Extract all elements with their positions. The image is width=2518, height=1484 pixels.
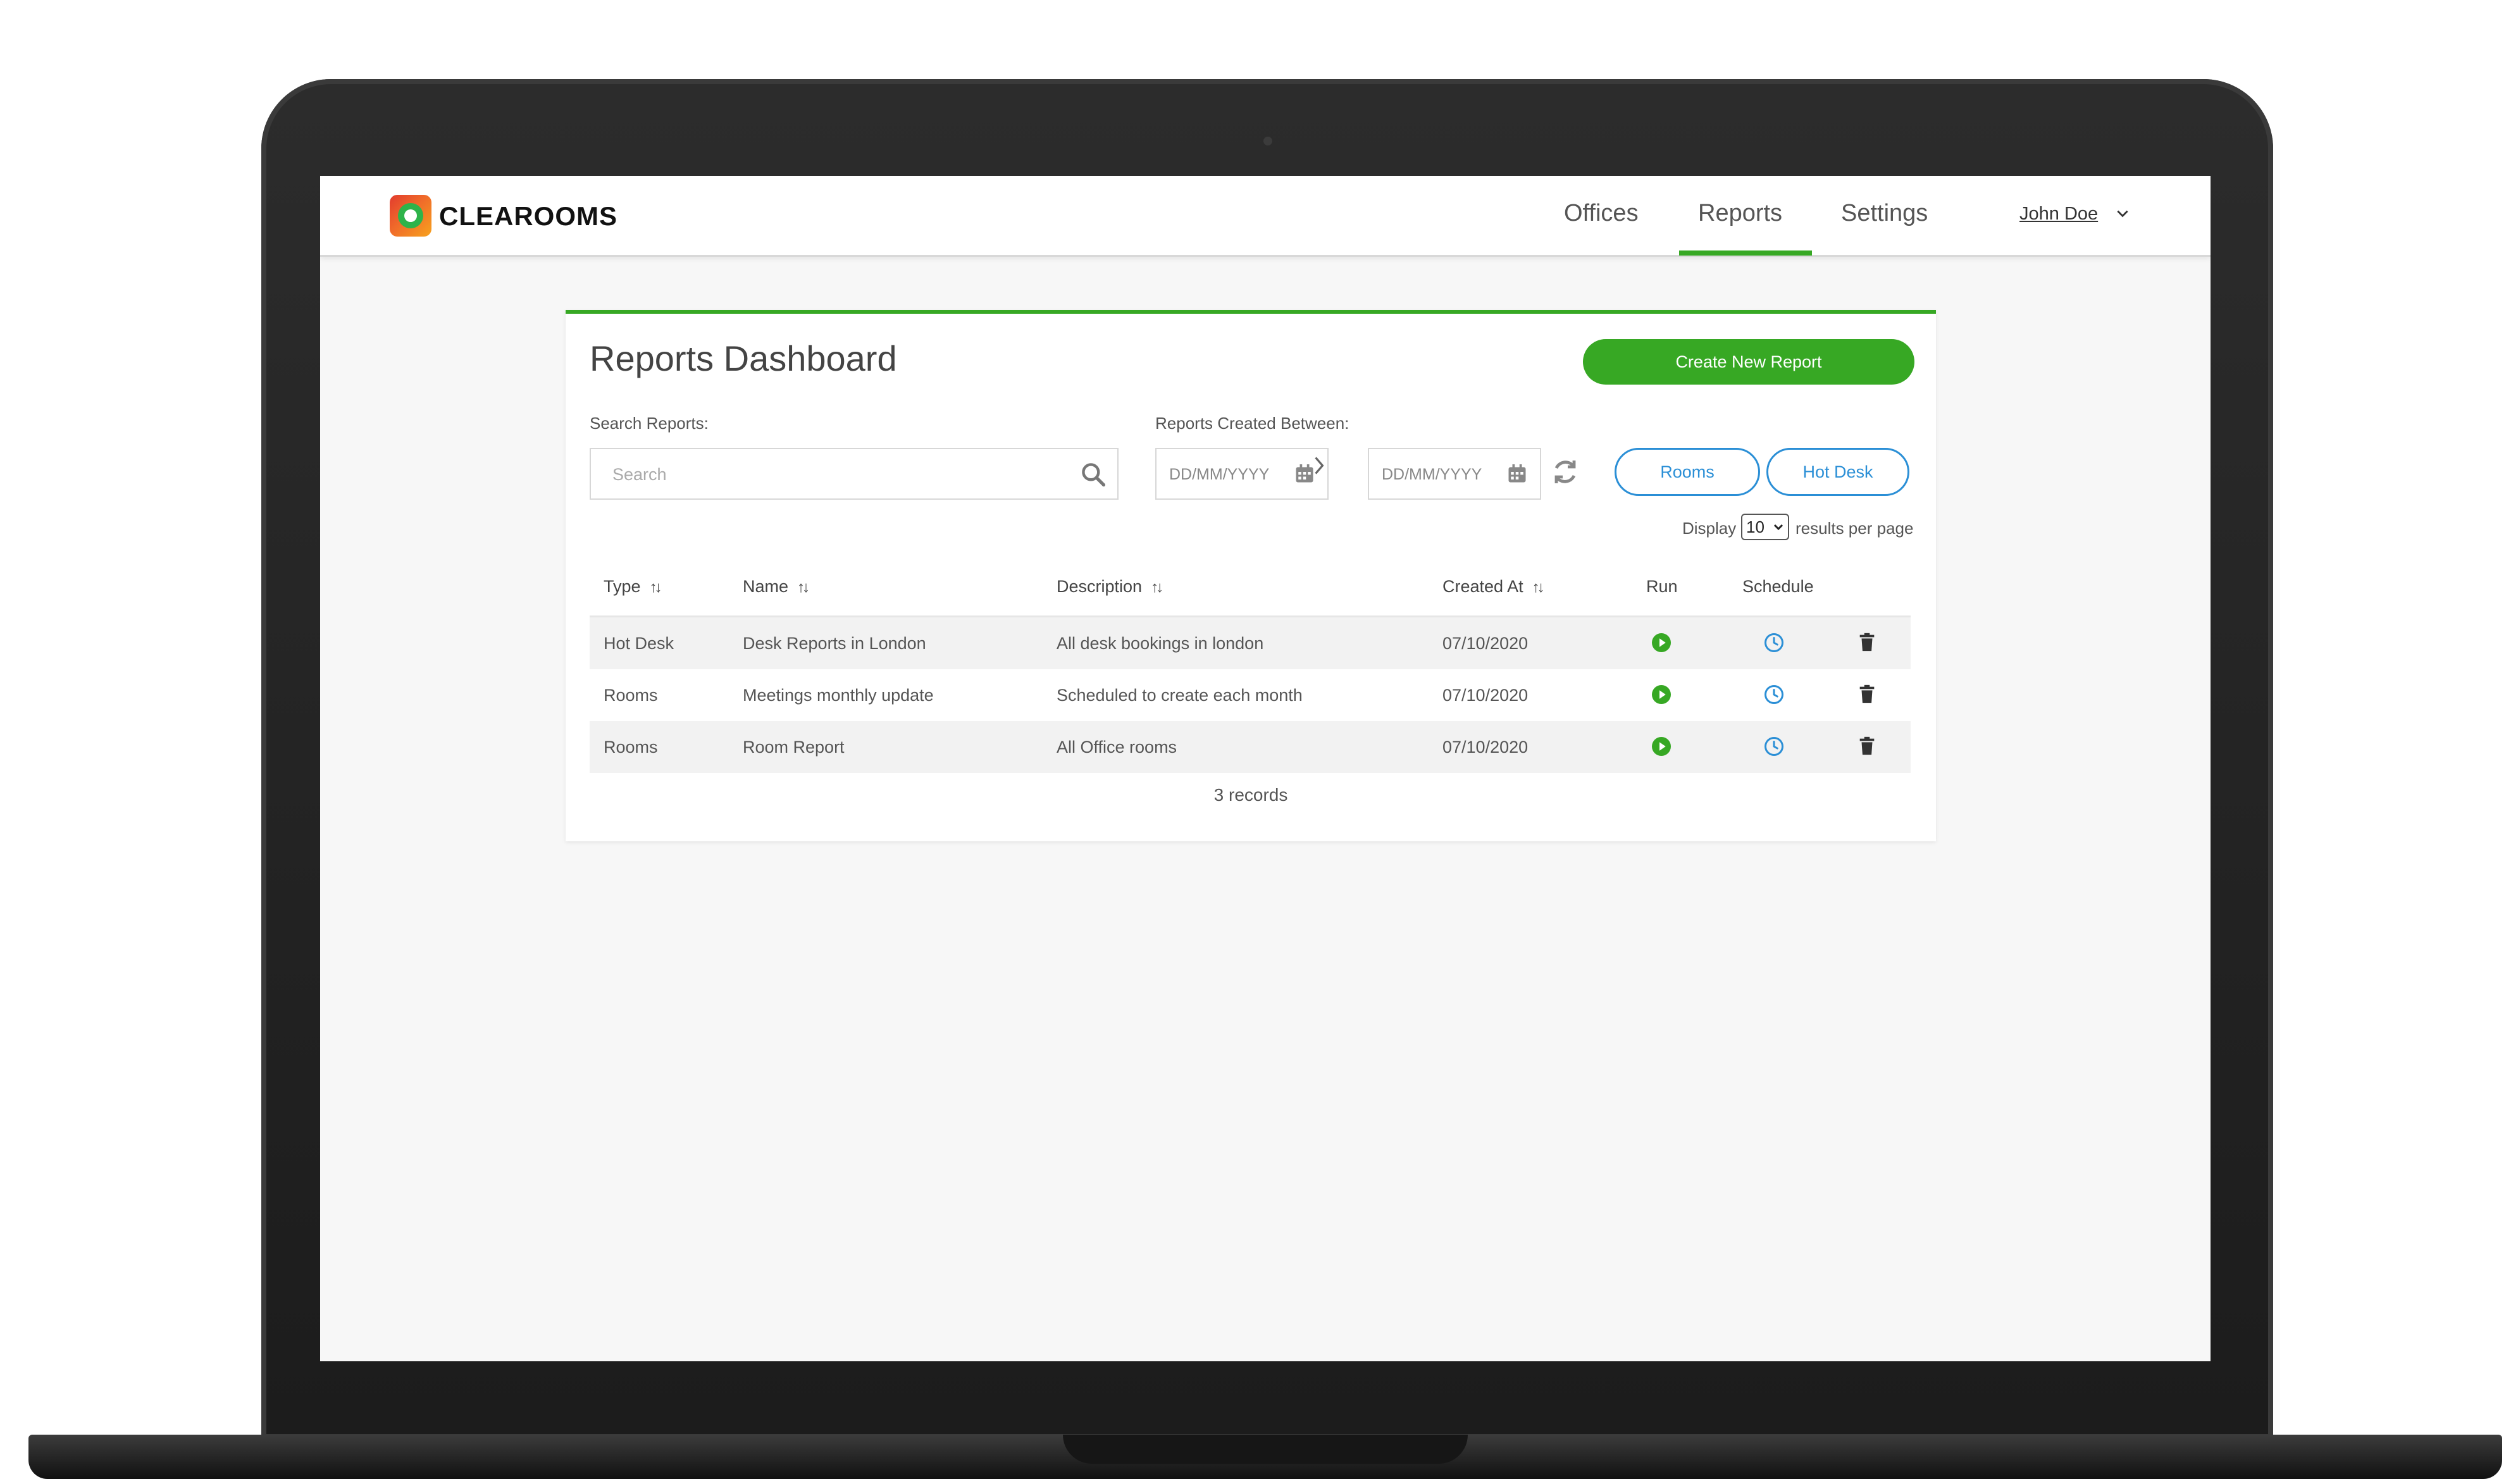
table-row[interactable]: Hot Desk Desk Reports in London All desk b… xyxy=(590,617,1911,669)
brand-name[interactable]: CLEAROOMS xyxy=(439,201,617,232)
chevron-down-icon xyxy=(1773,515,1784,547)
clock-icon[interactable] xyxy=(1763,683,1785,706)
sort-icon[interactable]: ↑↓ xyxy=(1532,579,1545,596)
sort-icon[interactable]: ↑↓ xyxy=(650,579,662,596)
table-row[interactable]: Rooms Room Report All Office rooms 07/10/20… xyxy=(590,721,1911,773)
header-type[interactable]: Type ↑↓ xyxy=(604,577,662,597)
tab-reports[interactable]: Reports xyxy=(1698,200,1782,257)
calendar-icon[interactable] xyxy=(1506,462,1529,486)
trash-icon[interactable] xyxy=(1856,735,1879,758)
date-from-input[interactable] xyxy=(1169,463,1289,486)
cell-created-at: 07/10/2020 xyxy=(1442,634,1529,653)
cell-description: All desk bookings in london xyxy=(1057,634,1264,653)
reports-card: Reports Dashboard Create New Report Sear… xyxy=(566,310,1936,841)
play-circle-icon[interactable] xyxy=(1650,735,1673,758)
clock-icon[interactable] xyxy=(1763,735,1785,758)
active-tab-indicator xyxy=(1679,250,1812,256)
cell-created-at: 07/10/2020 xyxy=(1442,686,1529,705)
header-name[interactable]: Name ↑↓ xyxy=(743,577,810,597)
page-title: Reports Dashboard xyxy=(590,338,897,378)
refresh-icon[interactable] xyxy=(1550,457,1580,487)
header-description[interactable]: Description ↑↓ xyxy=(1057,577,1163,597)
per-page-suffix: results per page xyxy=(1795,519,1914,538)
header-run: Run xyxy=(1646,577,1678,596)
tab-offices[interactable]: Offices xyxy=(1564,200,1639,257)
clock-icon[interactable] xyxy=(1763,631,1785,654)
tab-settings[interactable]: Settings xyxy=(1841,200,1928,257)
top-navigation: CLEAROOMS Offices Reports Settings John … xyxy=(320,176,2211,257)
sort-icon[interactable]: ↑↓ xyxy=(1151,579,1163,596)
cell-type: Rooms xyxy=(604,686,658,705)
cell-description: Scheduled to create each month xyxy=(1057,686,1303,705)
sort-icon[interactable]: ↑↓ xyxy=(797,579,810,596)
laptop-notch xyxy=(1063,1435,1468,1464)
cell-created-at: 07/10/2020 xyxy=(1442,738,1529,757)
cell-description: All Office rooms xyxy=(1057,738,1177,757)
trash-icon[interactable] xyxy=(1856,631,1879,654)
cell-type: Hot Desk xyxy=(604,634,674,653)
cell-name[interactable]: Room Report xyxy=(743,738,845,757)
date-from-field[interactable] xyxy=(1155,448,1329,500)
per-page-select[interactable]: 10 xyxy=(1741,514,1789,540)
cell-type: Rooms xyxy=(604,738,658,757)
per-page-value: 10 xyxy=(1746,517,1764,536)
camera-dot xyxy=(1263,137,1272,145)
search-box[interactable] xyxy=(590,448,1119,500)
display-label: Display xyxy=(1682,519,1737,538)
reports-table: Type ↑↓ Name ↑↓ Description ↑↓ Created At ↑↓… xyxy=(590,560,1911,773)
create-new-report-button[interactable]: Create New Report xyxy=(1583,339,1914,385)
chevron-right-icon xyxy=(1312,454,1326,483)
header-schedule: Schedule xyxy=(1742,577,1814,596)
logo-icon[interactable] xyxy=(390,195,431,237)
search-icon[interactable] xyxy=(1079,461,1107,488)
play-circle-icon[interactable] xyxy=(1650,683,1673,706)
cell-name[interactable]: Meetings monthly update xyxy=(743,686,934,705)
trash-icon[interactable] xyxy=(1856,683,1879,706)
header-created-at[interactable]: Created At ↑↓ xyxy=(1442,577,1545,597)
table-header: Type ↑↓ Name ↑↓ Description ↑↓ Created At ↑↓… xyxy=(590,560,1911,617)
filter-hot-desk-button[interactable]: Hot Desk xyxy=(1766,448,1909,496)
table-body: Hot Desk Desk Reports in London All desk b… xyxy=(590,617,1911,773)
play-circle-icon[interactable] xyxy=(1650,631,1673,654)
date-to-field[interactable] xyxy=(1368,448,1541,500)
filter-rooms-button[interactable]: Rooms xyxy=(1615,448,1760,496)
records-count: 3 records xyxy=(1213,785,1288,805)
cell-name[interactable]: Desk Reports in London xyxy=(743,634,926,653)
chevron-down-icon[interactable] xyxy=(2114,205,2131,226)
user-menu[interactable]: John Doe xyxy=(2019,204,2098,225)
search-input[interactable] xyxy=(612,462,1055,487)
app-screen: CLEAROOMS Offices Reports Settings John … xyxy=(320,176,2211,1361)
table-row[interactable]: Rooms Meetings monthly update Scheduled to… xyxy=(590,669,1911,721)
search-label: Search Reports: xyxy=(590,414,709,433)
date-to-input[interactable] xyxy=(1382,463,1502,486)
date-range-label: Reports Created Between: xyxy=(1155,414,1349,433)
